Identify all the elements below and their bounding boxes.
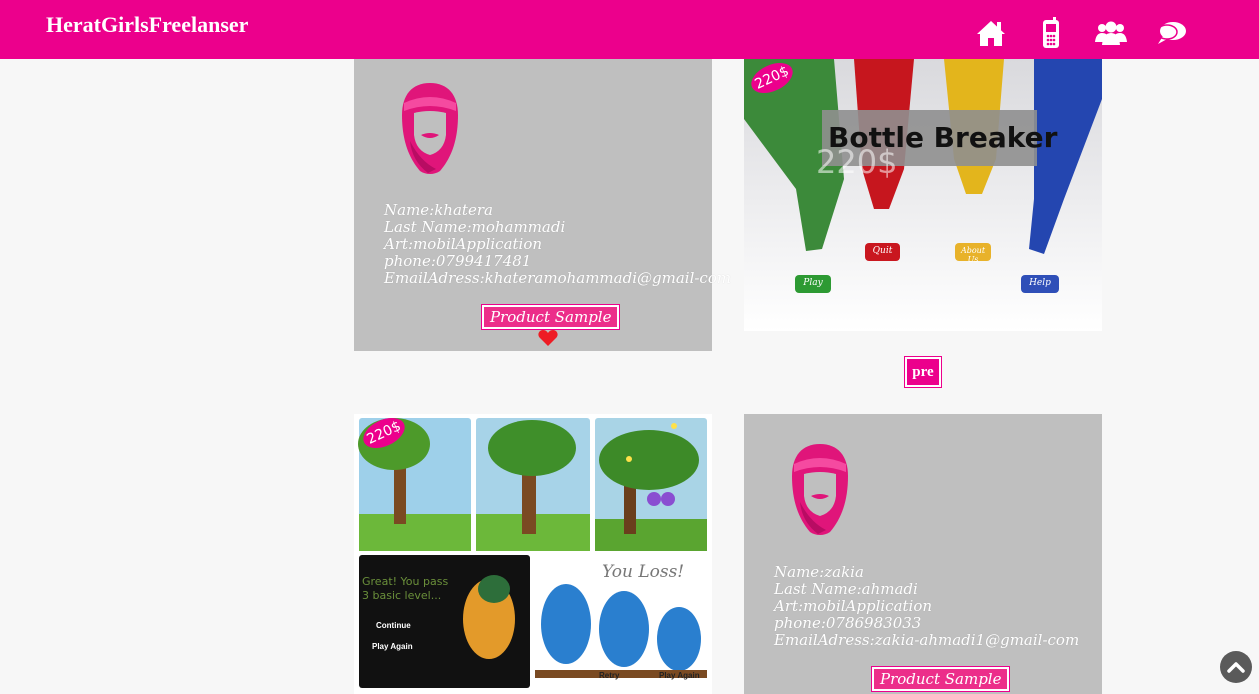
freelancer-info: Name:khatera Last Name:mohammadi Art:mob… (384, 202, 731, 287)
phone-text: phone:0786983033 (774, 614, 922, 632)
home-icon[interactable] (973, 16, 1009, 50)
product-image-bird-game[interactable]: 220$ Great! You pass 3 basic level... Co… (354, 414, 712, 694)
ghost-price-text: 220$ (816, 143, 898, 181)
you-loss-text: You Loss! (602, 562, 685, 582)
last-name-text: Last Name:ahmadi (774, 580, 918, 598)
play-again-2-text: Play Again (659, 671, 700, 680)
chat-bubbles-icon[interactable] (1153, 16, 1189, 50)
top-navbar: HeratGirlsFreelanser (0, 0, 1259, 59)
art-text: Art:mobilApplication (384, 235, 543, 253)
product-sample-button[interactable]: Product Sample (480, 304, 621, 330)
play-again-text: Play Again (372, 642, 413, 651)
phone-text: phone:0799417481 (384, 252, 532, 270)
hijab-avatar-icon (788, 442, 852, 541)
hijab-avatar-icon (398, 81, 462, 180)
heart-icon[interactable] (538, 329, 558, 352)
previous-button[interactable]: pre (904, 356, 942, 388)
name-text: Name:khatera (384, 201, 493, 219)
name-text: Name:zakia (774, 563, 864, 581)
game-play-button: Play (803, 278, 823, 288)
continue-text: Continue (376, 621, 411, 630)
retry-text: Retry (599, 671, 620, 680)
product-image-bottle-breaker[interactable]: 220$ Bottle Breaker 220$ Play Quit About… (744, 59, 1102, 331)
mobile-phone-icon[interactable] (1033, 16, 1069, 50)
freelancer-card-khatera: Name:khatera Last Name:mohammadi Art:mob… (354, 59, 731, 352)
scroll-to-top-button[interactable] (1220, 651, 1252, 683)
chevron-up-icon (1227, 662, 1245, 673)
bottle-breaker-illustration (744, 59, 1102, 331)
art-text: Art:mobilApplication (774, 597, 933, 615)
email-text: EmailAdress:khateramohammadi@gmail-com (384, 269, 732, 287)
brand-logo-text[interactable]: HeratGirlsFreelanser (46, 12, 248, 38)
game-about-button: About Us (960, 246, 986, 264)
email-text: EmailAdress:zakia-ahmadi1@gmail-com (774, 631, 1080, 649)
pass-level-text: 3 basic level... (362, 589, 442, 602)
bird-game-collage (358, 418, 707, 688)
last-name-text: Last Name:mohammadi (384, 218, 566, 236)
game-help-button: Help (1029, 278, 1051, 288)
freelancer-card-zakia: Name:zakia Last Name:ahmadi Art:mobilApp… (744, 414, 1102, 694)
pass-text: Great! You pass (362, 575, 449, 588)
product-sample-button[interactable]: Product Sample (870, 666, 1011, 692)
users-group-icon[interactable] (1093, 16, 1129, 50)
freelancer-info: Name:zakia Last Name:ahmadi Art:mobilApp… (774, 564, 1079, 649)
game-quit-button: Quit (872, 246, 893, 256)
